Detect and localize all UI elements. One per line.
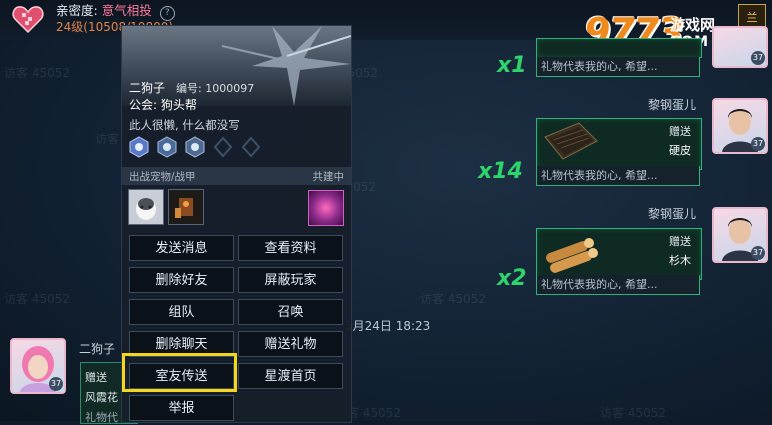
highlight-frame	[122, 353, 237, 392]
avatar-level: 37	[751, 137, 765, 151]
gift-item: 硬皮	[669, 144, 691, 157]
watermark: 访客 45052	[4, 292, 70, 306]
avatar[interactable]: 37	[712, 98, 768, 154]
gift-item: 杉木	[669, 254, 691, 267]
sender-name: 黎钢蛋儿	[648, 207, 697, 221]
send-message-button[interactable]: 发送消息	[129, 235, 234, 261]
homepage-button[interactable]: 星渡首页	[238, 363, 343, 389]
heart-icon	[12, 6, 44, 34]
avatar[interactable]: 37	[10, 338, 66, 394]
avatar-level: 37	[751, 51, 765, 65]
delete-friend-button[interactable]: 删除好友	[129, 267, 234, 293]
team-up-button[interactable]: 组队	[129, 299, 234, 325]
co-build-icon[interactable]	[308, 190, 344, 226]
pet-section-header: 出战宠物/战甲 共建中	[122, 167, 351, 185]
watermark: 访客 45052	[4, 66, 70, 80]
watermark: 访客 45052	[420, 292, 486, 306]
view-profile-button[interactable]: 查看资料	[238, 235, 343, 261]
wood-item-icon	[546, 238, 598, 273]
block-player-button[interactable]: 屏蔽玩家	[238, 267, 343, 293]
gift-action: 赠送	[669, 235, 691, 248]
gift-message: 礼物代表我的心, 希望...	[536, 275, 700, 295]
mech-armor-icon[interactable]	[168, 189, 204, 225]
summon-button[interactable]: 召唤	[238, 299, 343, 325]
logo-name: 游戏网	[670, 16, 716, 34]
profile-guild: 公会: 狗头帮	[129, 98, 197, 112]
avatar-level: 37	[49, 377, 63, 391]
chat-timestamp: 5月24日 18:23	[345, 319, 431, 333]
gift-card[interactable]: 赠送 硬皮	[536, 118, 702, 170]
send-gift-button[interactable]: 赠送礼物	[238, 331, 343, 357]
profile-signature: 此人很懒, 什么都没写	[129, 118, 240, 132]
gift-multiplier: x1	[497, 53, 527, 78]
gift-multiplier: x14	[478, 159, 523, 184]
gift-action: 赠送	[669, 125, 691, 138]
watermark: 访客 45052	[600, 406, 666, 420]
pet-section-label: 出战宠物/战甲	[129, 171, 196, 183]
intimacy-value: 意气相投	[101, 3, 152, 18]
star-badge-icon[interactable]	[184, 136, 206, 158]
gift-card[interactable]: 赠送 杉木	[536, 228, 702, 280]
star-badge-icon[interactable]	[156, 136, 178, 158]
gift-multiplier: x2	[497, 266, 527, 291]
avatar[interactable]: 37	[712, 207, 768, 263]
intimacy-title: 亲密度:	[56, 3, 98, 18]
profile-id: 编号: 1000097	[176, 82, 255, 95]
star-badge-icon[interactable]	[128, 136, 150, 158]
sender-name: 黎钢蛋儿	[648, 98, 697, 112]
report-button[interactable]: 举报	[129, 395, 234, 421]
pet-dog-icon[interactable]	[128, 189, 164, 225]
avatar-level: 37	[751, 246, 765, 260]
gift-message: 礼物代表我的心, 希望...	[536, 57, 700, 77]
profile-name: 二狗子	[129, 81, 166, 95]
sender-name: 二狗子	[79, 342, 116, 356]
gift-message: 礼物代表我的心, 希望...	[536, 166, 700, 186]
empty-badge-icon[interactable]	[240, 136, 262, 158]
empty-badge-icon[interactable]	[212, 136, 234, 158]
build-section-label: 共建中	[312, 171, 345, 183]
avatar[interactable]: 37	[712, 26, 768, 68]
hide-item-icon	[544, 122, 598, 160]
gift-card[interactable]	[536, 38, 702, 58]
